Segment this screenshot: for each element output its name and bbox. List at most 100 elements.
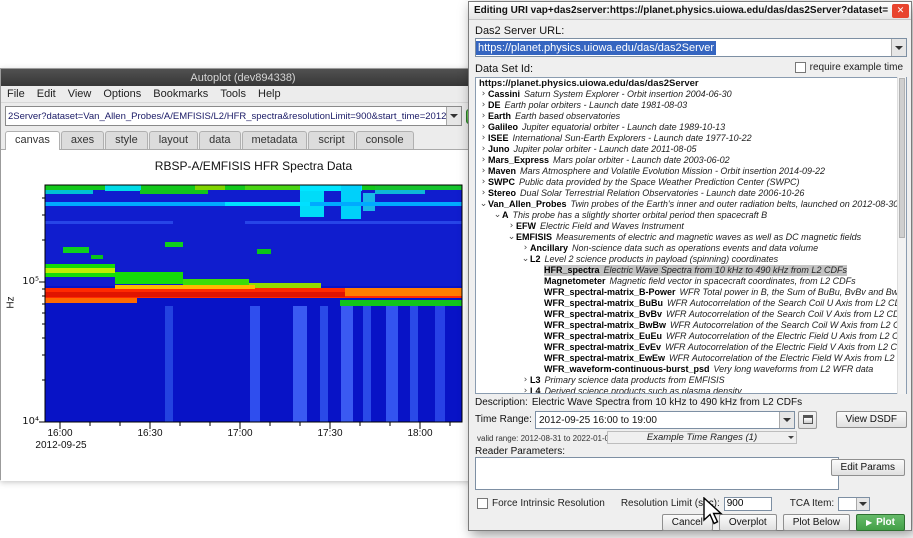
tree-item-Magnetometer[interactable]: MagnetometerMagnetic field vector in spa… xyxy=(476,276,906,287)
reader-parameters-input[interactable] xyxy=(475,457,839,490)
tree-item-Juno[interactable]: ›JunoJupiter polar orbiter - Launch date… xyxy=(476,144,906,155)
y-axis-label: Hz xyxy=(6,293,17,313)
tree-item-WFR_spectral-matrix_BwBw[interactable]: WFR_spectral-matrix_BwBwWFR Autocorrelat… xyxy=(476,320,906,331)
tree-item-A[interactable]: ⌄AThis probe has a slightly shorter orbi… xyxy=(476,210,906,221)
require-example-time-checkbox[interactable] xyxy=(795,62,806,73)
scrollbar-thumb[interactable] xyxy=(899,78,905,238)
plot-below-button[interactable]: Plot Below xyxy=(783,514,850,531)
chevron-down-icon[interactable]: ⌄ xyxy=(507,232,516,243)
chevron-down-icon[interactable] xyxy=(856,498,869,510)
chevron-right-icon[interactable]: › xyxy=(479,188,488,199)
chevron-down-icon[interactable] xyxy=(446,107,461,125)
tree-item-WFR_spectral-matrix_BuBu[interactable]: WFR_spectral-matrix_BuBuWFR Autocorrelat… xyxy=(476,298,906,309)
edit-params-button[interactable]: Edit Params xyxy=(831,459,905,476)
tree-item-L4[interactable]: ›L4Derived science products such as plas… xyxy=(476,386,906,394)
tree-item-L2[interactable]: ⌄L2Level 2 science products in payload (… xyxy=(476,254,906,265)
close-icon: ✕ xyxy=(897,6,905,16)
chevron-right-icon[interactable]: › xyxy=(479,155,488,166)
chevron-right-icon[interactable]: › xyxy=(521,386,530,394)
chevron-right-icon[interactable]: › xyxy=(521,243,530,254)
tree-item-EMFISIS[interactable]: ⌄EMFISISMeasurements of electric and mag… xyxy=(476,232,906,243)
chevron-right-icon[interactable]: › xyxy=(479,111,488,122)
tree-item-L3[interactable]: ›L3Primary science data products from EM… xyxy=(476,375,906,386)
menu-help[interactable]: Help xyxy=(252,88,287,100)
close-button[interactable]: ✕ xyxy=(892,4,909,18)
require-example-time-label: require example time xyxy=(810,62,903,73)
chevron-right-icon[interactable]: › xyxy=(479,89,488,100)
x-tick-label: 17:00 xyxy=(220,428,260,439)
tree-scrollbar[interactable] xyxy=(897,77,906,394)
chevron-down-icon[interactable] xyxy=(891,39,906,56)
x-tick-label: 17:30 xyxy=(310,428,350,439)
tree-item-Cassini[interactable]: ›CassiniSaturn System Explorer - Orbit i… xyxy=(476,89,906,100)
tca-item-combobox[interactable] xyxy=(838,497,870,511)
example-time-ranges-combobox[interactable]: Example Time Ranges (1) xyxy=(607,431,797,444)
tree-item-Ancillary[interactable]: ›AncillaryNon-science data such as opera… xyxy=(476,243,906,254)
chevron-right-icon[interactable]: › xyxy=(479,166,488,177)
description-row: Description:Electric Wave Spectra from 1… xyxy=(475,397,907,408)
menu-file[interactable]: File xyxy=(1,88,31,100)
tree-item-WFR_spectral-matrix_BvBv[interactable]: WFR_spectral-matrix_BvBvWFR Autocorrelat… xyxy=(476,309,906,320)
plot-button[interactable]: ▶ Plot xyxy=(856,514,905,531)
tree-item-desc: WFR Total power in B, the Sum of BuBu, B… xyxy=(680,287,906,298)
tab-axes[interactable]: axes xyxy=(61,131,104,149)
spectrogram[interactable] xyxy=(39,183,469,433)
tree-item-name: SWPC xyxy=(488,177,515,188)
menu-edit[interactable]: Edit xyxy=(31,88,62,100)
tree-item-HFR_spectra[interactable]: HFR_spectraElectric Wave Spectra from 10… xyxy=(476,265,906,276)
tree-item-Van_Allen_Probes[interactable]: ⌄Van_Allen_ProbesTwin probes of the Eart… xyxy=(476,199,906,210)
chevron-down-icon[interactable] xyxy=(779,412,794,428)
tree-item-desc: Twin probes of the Earth's inner and out… xyxy=(571,199,899,210)
tree-item-EFW[interactable]: ›EFWElectric Field and Waves Instrument xyxy=(476,221,906,232)
dialog-titlebar[interactable]: Editing URI vap+das2server:https://plane… xyxy=(469,2,911,20)
tree-item-DE[interactable]: ›DEEarth polar orbiters - Launch date 19… xyxy=(476,100,906,111)
chevron-right-icon[interactable]: › xyxy=(479,144,488,155)
tree-item-SWPC[interactable]: ›SWPCPublic data provided by the Space W… xyxy=(476,177,906,188)
menu-tools[interactable]: Tools xyxy=(214,88,252,100)
tree-item-Maven[interactable]: ›MavenMars Atmosphere and Volatile Evolu… xyxy=(476,166,906,177)
tab-script[interactable]: script xyxy=(308,131,354,149)
force-intrinsic-checkbox[interactable] xyxy=(477,498,488,509)
tree-item-desc: This probe has a slightly shorter orbita… xyxy=(513,210,768,221)
tree-item-WFR_spectral-matrix_B-Power[interactable]: WFR_spectral-matrix_B-PowerWFR Total pow… xyxy=(476,287,906,298)
tree-item-Stereo[interactable]: ›StereoDual Solar Terrestrial Relation O… xyxy=(476,188,906,199)
tab-canvas[interactable]: canvas xyxy=(5,131,60,150)
chevron-right-icon[interactable]: › xyxy=(479,133,488,144)
tree-item-WFR_spectral-matrix_EuEu[interactable]: WFR_spectral-matrix_EuEuWFR Autocorrelat… xyxy=(476,331,906,342)
tab-console[interactable]: console xyxy=(356,131,414,149)
tree-root[interactable]: https://planet.physics.uiowa.edu/das/das… xyxy=(476,78,906,89)
tree-item-WFR_spectral-matrix_EwEw[interactable]: WFR_spectral-matrix_EwEwWFR Autocorrelat… xyxy=(476,353,906,364)
autoplot-titlebar[interactable]: Autoplot (dev894338) xyxy=(1,69,485,86)
calendar-button[interactable] xyxy=(798,411,817,429)
tree-item-WFR_spectral-matrix_EvEv[interactable]: WFR_spectral-matrix_EvEvWFR Autocorrelat… xyxy=(476,342,906,353)
resolution-limit-input[interactable] xyxy=(724,497,772,511)
chevron-right-icon[interactable]: › xyxy=(521,375,530,386)
tab-data[interactable]: data xyxy=(199,131,240,149)
menu-options[interactable]: Options xyxy=(97,88,147,100)
chevron-down-icon[interactable]: ⌄ xyxy=(479,199,488,210)
tree-item-Earth[interactable]: ›EarthEarth based observatories xyxy=(476,111,906,122)
time-range-combobox[interactable]: 2012-09-25 16:00 to 19:00 xyxy=(535,411,795,429)
tree-item-name: Magnetometer xyxy=(544,276,606,287)
view-dsdf-button[interactable]: View DSDF xyxy=(836,411,908,428)
tree-item-Mars_Express[interactable]: ›Mars_ExpressMars polar orbiter - Launch… xyxy=(476,155,906,166)
chevron-right-icon[interactable]: › xyxy=(479,100,488,111)
chevron-right-icon[interactable]: › xyxy=(479,177,488,188)
tree-item-Galileo[interactable]: ›GalileoJupiter equatorial orbiter - Lau… xyxy=(476,122,906,133)
chevron-right-icon[interactable]: › xyxy=(479,122,488,133)
menu-bookmarks[interactable]: Bookmarks xyxy=(147,88,214,100)
uri-combobox[interactable]: 2Server?dataset=Van_Allen_Probes/A/EMFIS… xyxy=(5,106,462,126)
tab-metadata[interactable]: metadata xyxy=(242,131,308,149)
valid-range-text: valid range: 2012-08-31 to 2022-01-01 xyxy=(477,434,614,443)
tree-item-ISEE[interactable]: ›ISEEInternational Sun-Earth Explorers -… xyxy=(476,133,906,144)
tab-layout[interactable]: layout xyxy=(149,131,198,149)
tab-style[interactable]: style xyxy=(105,131,148,149)
chevron-down-icon[interactable]: ⌄ xyxy=(521,254,530,265)
tree-item-WFR_waveform-continuous-burst_psd[interactable]: WFR_waveform-continuous-burst_psdVery lo… xyxy=(476,364,906,375)
chevron-down-icon[interactable]: ⌄ xyxy=(493,210,502,221)
overplot-button[interactable]: Overplot xyxy=(719,514,777,531)
dataset-tree: https://planet.physics.uiowa.edu/das/das… xyxy=(475,77,907,394)
chevron-right-icon[interactable]: › xyxy=(507,221,516,232)
server-url-combobox[interactable]: https://planet.physics.uiowa.edu/das/das… xyxy=(475,38,907,57)
menu-view[interactable]: View xyxy=(62,88,98,100)
